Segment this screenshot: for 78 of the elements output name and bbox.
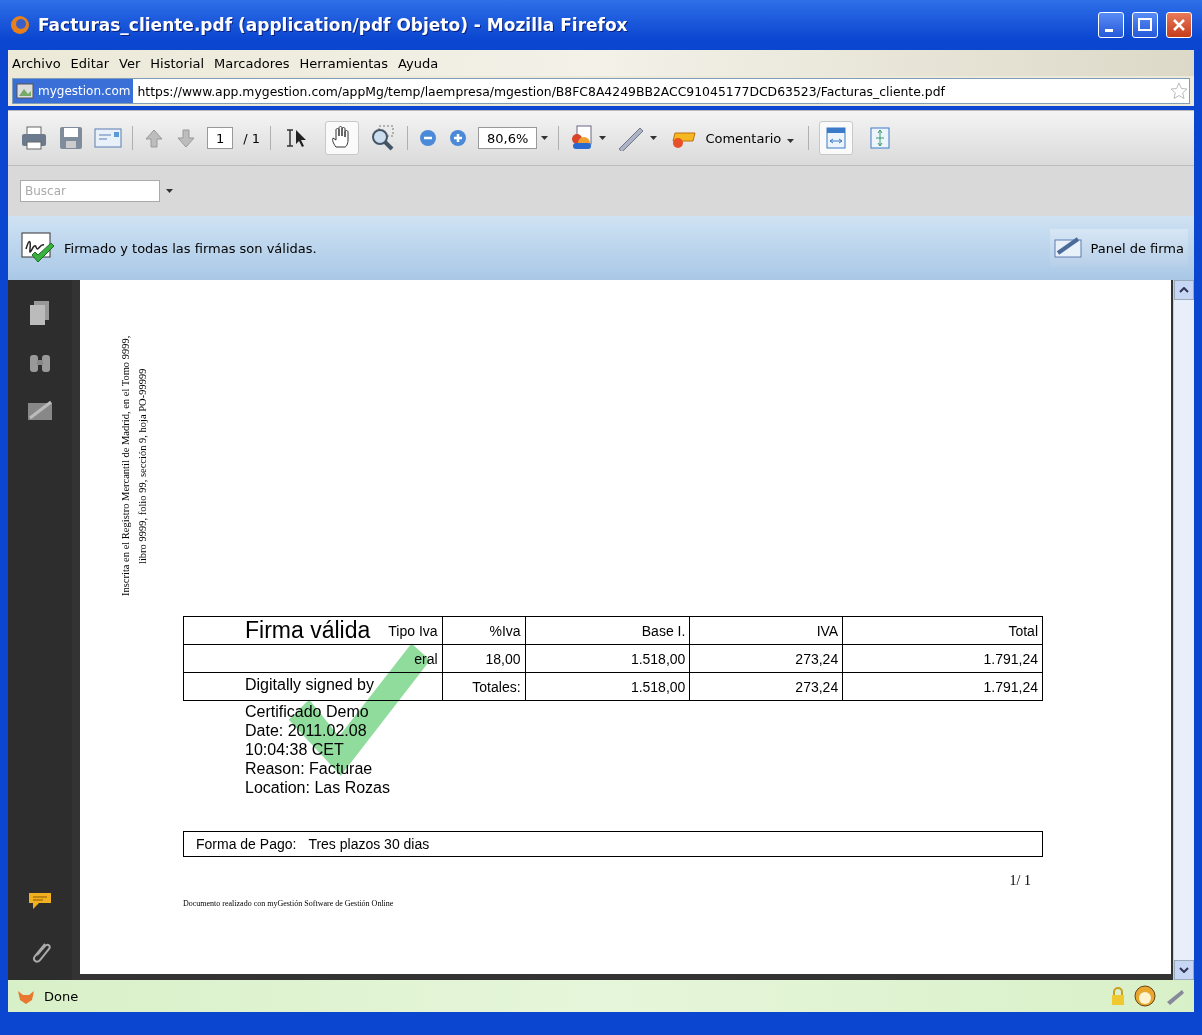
fit-width-icon — [826, 127, 847, 149]
scroll-up-button[interactable] — [1174, 280, 1194, 300]
minimize-button[interactable] — [1098, 12, 1124, 38]
stamp-line: Certificado Demo — [245, 702, 369, 721]
maximize-button[interactable] — [1132, 12, 1158, 38]
close-icon — [1171, 17, 1187, 33]
comments-icon[interactable] — [27, 890, 53, 912]
url-text: https://www.app.mygestion.com/appMg/temp/laempresa/mgestion/B8FC8A4249BB2ACC91045177DCD63523/Facturas_cliente.pdf — [136, 83, 946, 99]
up-chevron-icon — [1179, 287, 1189, 293]
menu-item[interactable]: Ver — [119, 55, 141, 71]
zoom-field[interactable]: 80,6% — [478, 127, 538, 149]
table-cell: 1.518,00 — [630, 650, 686, 667]
column-header: Total — [1008, 622, 1038, 639]
site-label: mygestion.com — [38, 84, 131, 98]
down-chevron-icon — [1179, 967, 1189, 973]
table-cell: 18,00 — [485, 650, 521, 667]
stamp-line: Digitally signed by — [245, 675, 374, 694]
zoom-out-icon[interactable] — [418, 128, 439, 148]
table-cell: 1.791,24 — [983, 650, 1038, 667]
save-icon[interactable] — [58, 125, 84, 151]
page-number: 1/ 1 — [1009, 873, 1031, 889]
stamp-line: Date: 2011.02.08 — [245, 721, 367, 740]
menu-item[interactable]: Archivo — [12, 55, 61, 71]
menu-item[interactable]: Ayuda — [398, 55, 439, 71]
scroll-down-button[interactable] — [1174, 960, 1194, 980]
hand-tool-button[interactable] — [325, 121, 360, 155]
table-cell: Totales: — [472, 678, 521, 695]
zoom-in-icon[interactable] — [448, 128, 469, 148]
column-header: IVA — [816, 622, 839, 639]
stamp-line: Reason: Facturae — [245, 759, 373, 778]
site-icon — [16, 83, 34, 99]
caret-icon — [599, 136, 607, 140]
search-field[interactable]: Buscar — [20, 180, 160, 202]
column-header: Base I. — [641, 622, 686, 639]
signature-panel-button[interactable]: Panel de firma — [1050, 229, 1188, 267]
menu-item[interactable]: Editar — [70, 55, 110, 71]
table-cell: 1.791,24 — [983, 678, 1038, 695]
page-field[interactable]: 1 — [207, 127, 234, 149]
print-icon[interactable] — [20, 125, 48, 151]
table-cell: 273,24 — [795, 650, 839, 667]
payment-label: Forma de Pago: — [196, 836, 297, 852]
bookmark-star-icon[interactable] — [1169, 81, 1189, 101]
address-field[interactable]: mygestion.com https://www.app.mygestion.com/appMg/temp/laempresa/mgestion/B8FC8A4249BB2ACC91045177DCD63523/Facturas_cliente.pdf — [12, 78, 1190, 104]
lock-icon — [1110, 986, 1126, 1006]
signature-status-text: Firmado y todas las firmas son válidas. — [64, 240, 318, 256]
signature-check-icon — [20, 231, 56, 265]
stamp-title: Firma válida — [245, 617, 371, 644]
minimize-icon — [1104, 28, 1113, 32]
maximize-icon — [1137, 17, 1153, 33]
signature-panel-icon — [1054, 237, 1085, 259]
payment-value: Tres plazos 30 dias — [308, 836, 430, 852]
column-header: Tipo Iva — [388, 622, 438, 639]
table-cell: eral — [414, 650, 438, 667]
menu-item[interactable]: Marcadores — [214, 55, 290, 71]
menu-item[interactable]: Herramientas — [299, 55, 389, 71]
fit-width-button[interactable] — [819, 121, 854, 155]
footer-text: Documento realizado con myGestión Software de Gestión Online — [183, 899, 394, 908]
table-cell: 273,24 — [795, 678, 839, 695]
stamp-line: 10:04:38 CET — [245, 740, 344, 759]
column-header: %Iva — [489, 622, 521, 639]
pages-icon[interactable] — [29, 300, 51, 326]
comment-button[interactable]: Comentario — [667, 123, 799, 153]
stamp-line: Location: Las Rozas — [245, 778, 390, 797]
status-text: Done — [44, 988, 80, 1004]
dropdown-caret-icon[interactable] — [541, 136, 549, 140]
caret-icon — [787, 138, 795, 143]
dropdown-caret-icon[interactable] — [166, 189, 173, 193]
menu-item[interactable]: Historial — [150, 55, 205, 71]
registry-note: Inscrita en el Registro Mercantil de Madrid, en el Tomo 9999, libro 9999, folio 99, sección 9, hoja PO-99999 — [119, 334, 149, 599]
binoculars-icon[interactable] — [28, 352, 52, 374]
caret-icon — [650, 136, 658, 140]
close-button[interactable] — [1166, 12, 1192, 38]
signatures-icon[interactable] — [27, 400, 53, 422]
window-title: Facturas_cliente.pdf (application/pdf Objeto) - Mozilla Firefox — [38, 15, 629, 35]
fit-page-icon — [870, 127, 891, 149]
page-total: / 1 — [243, 130, 261, 146]
table-cell: 1.518,00 — [630, 678, 686, 695]
email-icon[interactable] — [94, 127, 122, 149]
